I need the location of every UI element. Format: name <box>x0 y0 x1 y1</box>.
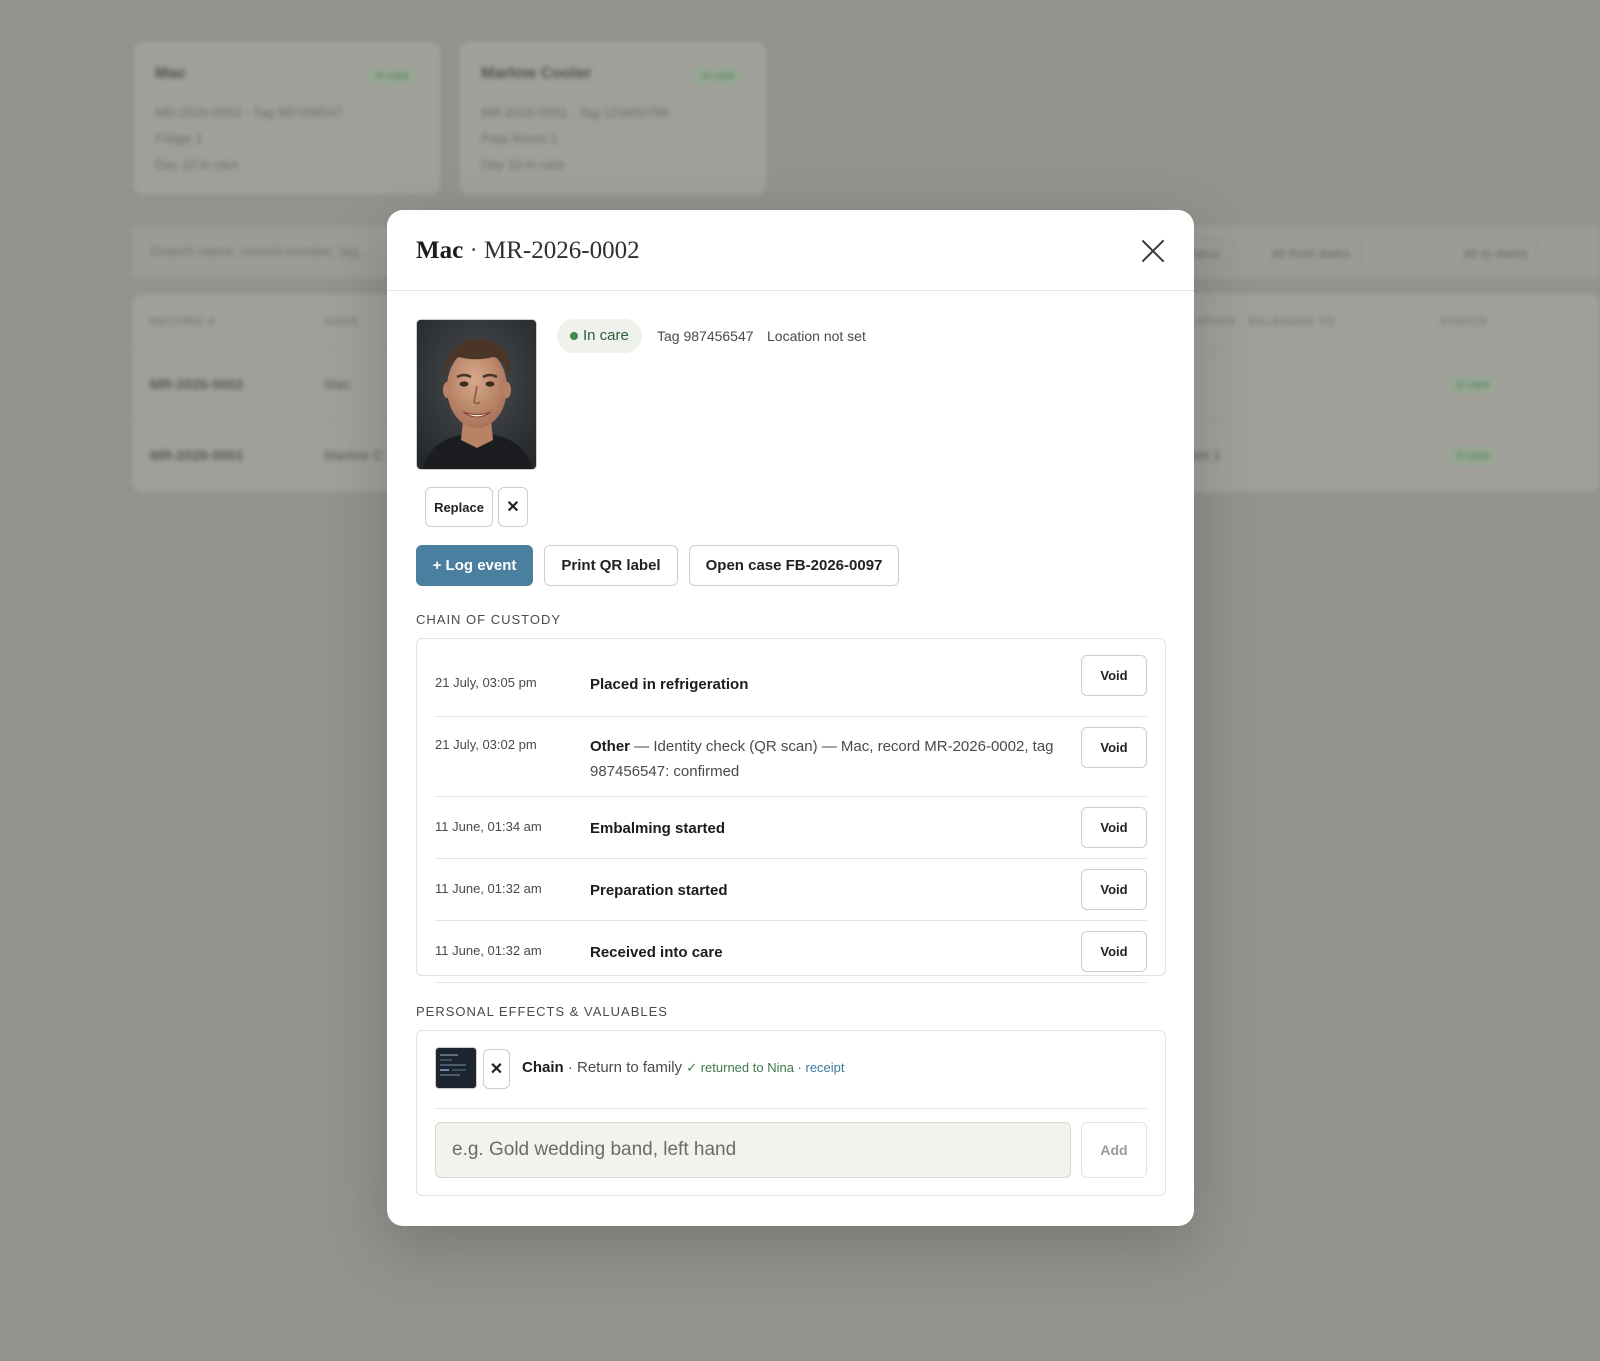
deceased-photo <box>416 319 537 470</box>
void-button[interactable]: Void <box>1081 807 1147 848</box>
custody-section-label: CHAIN OF CUSTODY <box>416 612 562 627</box>
replace-photo-button[interactable]: Replace <box>425 487 493 527</box>
custody-event-row: 11 June, 01:34 am Embalming started Void <box>435 797 1147 859</box>
table-cell: Mac <box>324 376 351 392</box>
record-card[interactable]: Marlow Cooler In care MR-2026-0001 · Tag… <box>460 42 766 194</box>
status-badge: In care <box>693 67 743 85</box>
card-line: MR-2026-0002 · Tag 987456547 <box>155 105 343 120</box>
event-time: 11 June, 01:32 am <box>435 881 542 896</box>
add-effect-button[interactable]: Add <box>1081 1122 1147 1178</box>
event-time: 21 July, 03:02 pm <box>435 737 537 752</box>
card-title: Marlow Cooler <box>481 65 592 82</box>
record-modal: Mac · MR-2026-0002 In care Tag 987456547… <box>387 210 1194 1226</box>
event-title: Embalming started <box>590 820 726 837</box>
close-icon[interactable] <box>1140 238 1166 264</box>
modal-title: Mac · MR-2026-0002 <box>416 237 640 265</box>
location-text: Location not set <box>767 328 866 344</box>
void-button[interactable]: Void <box>1081 869 1147 910</box>
status-badge: In care <box>1448 447 1498 465</box>
custody-list: 21 July, 03:05 pm Placed in refrigeratio… <box>416 638 1166 983</box>
close-icon: ✕ <box>506 499 520 516</box>
event-text: Received into care <box>590 940 1070 965</box>
returned-status: ✓ returned to Nina · <box>686 1060 806 1075</box>
log-event-button[interactable]: + Log event <box>416 545 533 586</box>
effect-photo[interactable] <box>435 1047 477 1089</box>
void-button[interactable]: Void <box>1081 931 1147 972</box>
record-number: MR-2026-0002 <box>484 237 640 264</box>
column-header: NAME <box>324 316 360 328</box>
event-title: Received into care <box>590 944 723 961</box>
modal-header: Mac · MR-2026-0002 <box>387 210 1194 291</box>
event-text: Other — Identity check (QR scan) — Mac, … <box>590 734 1070 784</box>
tag-number: Tag 987456547 <box>657 328 754 344</box>
custody-event-row: 11 June, 01:32 am Received into care Voi… <box>435 921 1147 983</box>
event-text: Placed in refrigeration <box>590 672 1070 697</box>
effect-thumbnail-image <box>436 1048 476 1088</box>
card-line: Fridge 1 <box>155 131 203 146</box>
card-line: Day 10 in care <box>155 157 239 172</box>
remove-effect-button[interactable]: ✕ <box>483 1049 510 1089</box>
effect-name-input[interactable] <box>435 1122 1071 1178</box>
custody-event-row: 21 July, 03:02 pm Other — Identity check… <box>435 717 1147 797</box>
custody-event-row: 11 June, 01:32 am Preparation started Vo… <box>435 859 1147 921</box>
void-button[interactable]: Void <box>1081 655 1147 696</box>
title-separator: · <box>463 237 485 264</box>
remove-photo-button[interactable]: ✕ <box>498 487 528 527</box>
effect-item: ✕ Chain · Return to family ✓ returned to… <box>435 1047 1147 1109</box>
event-text: Embalming started <box>590 816 1070 841</box>
effects-section-label: PERSONAL EFFECTS & VALUABLES <box>416 1004 668 1019</box>
card-line: Day 10 in care <box>481 157 565 172</box>
record-card[interactable]: Mac In care MR-2026-0002 · Tag 987456547… <box>134 42 440 194</box>
close-icon: ✕ <box>489 1061 504 1078</box>
status-badge: In care <box>557 319 642 353</box>
custody-event-row: 21 July, 03:05 pm Placed in refrigeratio… <box>435 655 1147 717</box>
card-line: MR-2026-0001 · Tag 123456789 <box>481 105 669 120</box>
open-case-button[interactable]: Open case FB-2026-0097 <box>689 545 899 586</box>
card-line: Prep Room 1 <box>481 131 558 146</box>
column-header: RECORD # <box>150 316 215 328</box>
event-time: 11 June, 01:32 am <box>435 943 542 958</box>
table-cell: Marlow C <box>324 447 384 463</box>
effect-description: Chain · Return to family ✓ returned to N… <box>522 1059 845 1076</box>
print-qr-button[interactable]: Print QR label <box>544 545 678 586</box>
event-time: 21 July, 03:05 pm <box>435 675 537 690</box>
from-date-filter[interactable]: All from dates <box>1260 239 1362 268</box>
search-placeholder: Search name, record number, tag… <box>150 243 373 259</box>
event-time: 11 June, 01:34 am <box>435 819 542 834</box>
column-header: STATUS <box>1440 316 1488 328</box>
card-title: Mac <box>155 65 187 82</box>
event-title: Placed in refrigeration <box>590 676 749 693</box>
event-detail: — Identity check (QR scan) — Mac, record… <box>590 738 1054 780</box>
effect-name: Chain <box>522 1059 564 1076</box>
status-badge: In care <box>367 67 417 85</box>
deceased-name: Mac <box>416 237 464 264</box>
receipt-link[interactable]: receipt <box>806 1060 845 1075</box>
effect-disposition: · Return to family <box>563 1059 687 1076</box>
effects-list: ✕ Chain · Return to family ✓ returned to… <box>416 1030 1166 1196</box>
to-date-filter[interactable]: All to dates <box>1452 239 1539 268</box>
void-button[interactable]: Void <box>1081 727 1147 768</box>
table-cell[interactable]: MR-2026-0001 <box>150 447 243 463</box>
event-title: Preparation started <box>590 882 728 899</box>
event-title: Other <box>590 738 631 755</box>
table-cell[interactable]: MR-2026-0002 <box>150 376 243 392</box>
portrait-image <box>417 320 536 469</box>
event-text: Preparation started <box>590 878 1070 903</box>
column-header: LOCATION · RELEASED TO <box>1172 316 1336 328</box>
status-badge: In care <box>1448 376 1498 394</box>
